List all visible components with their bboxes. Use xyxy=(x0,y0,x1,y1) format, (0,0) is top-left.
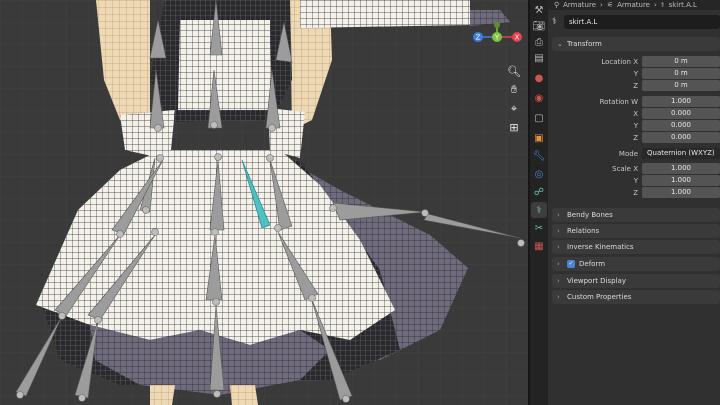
output-icon[interactable]: ⎙ xyxy=(531,34,547,50)
camera-icon[interactable]: ⌖ xyxy=(505,100,523,118)
panel-title: Inverse Kinematics xyxy=(567,243,634,251)
scale-z-label: Z xyxy=(633,189,638,197)
breadcrumb: ⚲ Armature › ⚟ Armature › ⚕ skirt.A.L xyxy=(548,0,720,10)
object-icon[interactable]: ▣ xyxy=(531,130,547,146)
scale-y-label: Y xyxy=(633,177,638,185)
properties-tab-strip: ⚒ 📷︎ ⎙ ▤ ● ◉ ▢ ▣ 🔧︎ ◎ ☍ ⚕ ✂ ▦ xyxy=(530,0,548,405)
gizmo-x-label: X xyxy=(515,34,520,42)
location-y-label: Y xyxy=(633,70,638,78)
pan-hand-icon[interactable]: ✋︎ xyxy=(505,81,523,99)
properties-editor: ⚲ Armature › ⚟ Armature › ⚕ skirt.A.L ⚕ … xyxy=(548,0,720,405)
bone-icon[interactable]: ⚕ xyxy=(531,202,547,218)
deform-panel-header[interactable]: › ✓ Deform xyxy=(552,257,720,271)
panel-title: Viewport Display xyxy=(567,277,626,285)
panel-title: Deform xyxy=(579,260,606,268)
rotation-z-label: Z xyxy=(633,134,638,142)
bone-name-row: ⚕ skirt.A.L xyxy=(552,14,720,30)
panel-title: Transform xyxy=(567,40,602,48)
chevron-right-icon: › xyxy=(557,277,560,285)
location-z-field[interactable]: 0 m xyxy=(642,80,720,91)
rotation-z-field[interactable]: 0.000 xyxy=(642,132,720,143)
zoom-icon[interactable]: 🔍︎ xyxy=(505,62,523,80)
rotation-mode-dropdown[interactable]: Quaternion (WXYZ) xyxy=(642,148,720,159)
scene-icon[interactable]: ● xyxy=(531,70,547,86)
scale-y-field[interactable]: 1.000 xyxy=(642,175,720,186)
tool-icon[interactable]: ⚒ xyxy=(531,2,547,18)
armature-data-icon[interactable]: ☍ xyxy=(531,184,547,200)
mode-label: Mode xyxy=(618,150,638,158)
breadcrumb-item[interactable]: Armature xyxy=(563,1,596,9)
scale-z-field[interactable]: 1.000 xyxy=(642,187,720,198)
panel-title: Custom Properties xyxy=(567,293,632,301)
relations-panel-header[interactable]: › Relations xyxy=(552,224,720,238)
scale-x-field[interactable]: 1.000 xyxy=(642,163,720,174)
world-icon[interactable]: ◉ xyxy=(531,90,547,106)
panel-title: Relations xyxy=(567,227,600,235)
grid-view-icon[interactable]: ⊞ xyxy=(505,118,523,136)
view-layer-icon[interactable]: ▤ xyxy=(531,50,547,66)
rotation-w-label: Rotation W xyxy=(599,98,638,106)
location-z-label: Z xyxy=(633,82,638,90)
chevron-right-icon: › xyxy=(557,293,560,301)
armature-object-icon: ⚲ xyxy=(554,1,560,9)
armature-data-icon: ⚟ xyxy=(606,1,614,9)
rotation-x-field[interactable]: 0.000 xyxy=(642,108,720,119)
breadcrumb-item[interactable]: Armature xyxy=(617,1,650,9)
bone-constraint-icon[interactable]: ✂ xyxy=(531,220,547,236)
modifier-icon[interactable]: 🔧︎ xyxy=(531,148,547,164)
chevron-right-icon: › xyxy=(557,211,560,219)
custom-properties-panel-header[interactable]: › Custom Properties xyxy=(552,290,720,304)
viewport-scene xyxy=(0,0,528,405)
physics-icon[interactable]: ◎ xyxy=(531,166,547,182)
rotation-y-label: Y xyxy=(633,122,638,130)
location-x-label: Location X xyxy=(601,58,638,66)
bone-icon: ⚕ xyxy=(660,1,665,9)
blender-window: Z Y X 🔍︎ ✋︎ ⌖ ⊞ ⚒ 📷︎ ⎙ ▤ ● ◉ ▢ ▣ 🔧︎ ◎ ☍ … xyxy=(0,0,720,405)
chevron-right-icon: › xyxy=(557,260,560,268)
location-y-field[interactable]: 0 m xyxy=(642,68,720,79)
panel-title: Bendy Bones xyxy=(567,211,613,219)
collection-icon[interactable]: ▢ xyxy=(531,110,547,126)
texture-icon[interactable]: ▦ xyxy=(531,238,547,254)
chevron-right-icon: › xyxy=(557,243,560,251)
bendy-bones-panel-header[interactable]: › Bendy Bones xyxy=(552,208,720,222)
bone-icon: ⚕ xyxy=(552,17,557,27)
breadcrumb-separator-icon: › xyxy=(600,1,603,9)
viewport-display-panel-header[interactable]: › Viewport Display xyxy=(552,274,720,288)
chevron-right-icon: › xyxy=(557,227,560,235)
gizmo-z-label: Z xyxy=(476,34,481,42)
rotation-w-field[interactable]: 1.000 xyxy=(642,96,720,107)
gizmo-y-label: Y xyxy=(494,34,500,42)
bone-name-field[interactable]: skirt.A.L xyxy=(564,15,720,29)
deform-checkbox[interactable]: ✓ xyxy=(567,260,575,268)
inverse-kinematics-panel-header[interactable]: › Inverse Kinematics xyxy=(552,240,720,254)
breadcrumb-separator-icon: › xyxy=(653,1,657,9)
navigation-gizmo[interactable]: Z Y X xyxy=(470,22,526,52)
breadcrumb-item[interactable]: skirt.A.L xyxy=(669,1,697,9)
rotation-y-field[interactable]: 0.000 xyxy=(642,120,720,131)
3d-viewport[interactable]: Z Y X 🔍︎ ✋︎ ⌖ ⊞ xyxy=(0,0,528,405)
rotation-x-label: X xyxy=(633,110,638,118)
chevron-down-icon: ⌄ xyxy=(557,40,563,48)
render-icon[interactable]: 📷︎ xyxy=(531,18,547,34)
transform-panel-header[interactable]: ⌄ Transform xyxy=(552,37,720,51)
location-x-field[interactable]: 0 m xyxy=(642,56,720,67)
scale-x-label: Scale X xyxy=(612,165,638,173)
